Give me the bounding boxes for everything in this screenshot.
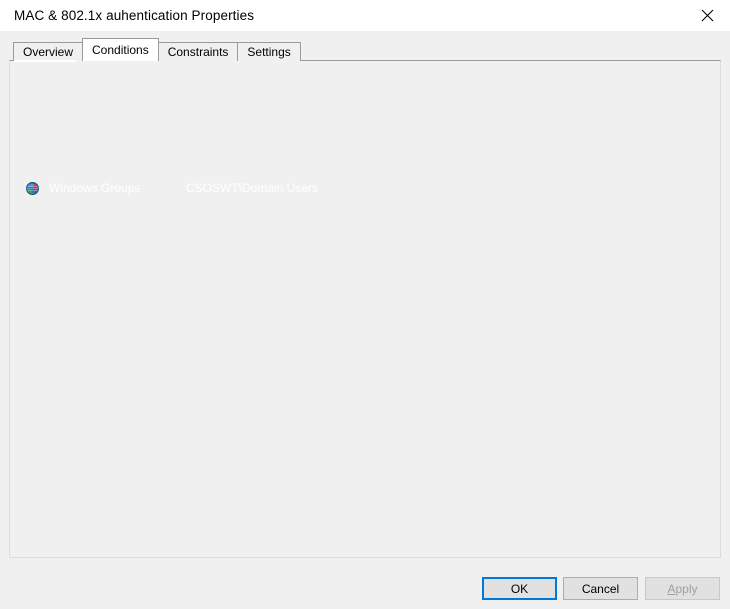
- tab-settings[interactable]: Settings: [237, 42, 300, 61]
- apply-button: Apply: [645, 577, 720, 600]
- active-tab-seam: [14, 60, 76, 62]
- tab-overview[interactable]: Overview: [13, 42, 83, 61]
- windows-groups-icon: [23, 179, 42, 198]
- close-button[interactable]: [684, 0, 730, 31]
- tab-overview-label: Overview: [23, 45, 73, 59]
- tab-strip: Overview Conditions Constraints Settings: [13, 39, 300, 61]
- tab-constraints[interactable]: Constraints: [158, 42, 239, 61]
- tab-panel-conditions: [9, 60, 721, 558]
- close-icon: [701, 9, 714, 22]
- tab-settings-label: Settings: [247, 45, 290, 59]
- ok-button[interactable]: OK: [482, 577, 557, 600]
- cell-condition: Windows Groups: [42, 179, 179, 198]
- table-row[interactable]: Windows Groups CSOSWT\Domain Users: [23, 179, 702, 198]
- apply-accelerator: A: [667, 582, 675, 596]
- apply-button-label: Apply: [667, 582, 697, 596]
- cancel-button[interactable]: Cancel: [563, 577, 638, 600]
- tab-conditions[interactable]: Conditions: [82, 38, 159, 61]
- title-bar: MAC & 802.1x auhentication Properties: [0, 0, 730, 31]
- cell-value: CSOSWT\Domain Users: [179, 179, 658, 198]
- apply-label-rest: pply: [676, 582, 698, 596]
- ok-button-label: OK: [511, 582, 528, 596]
- cancel-button-label: Cancel: [582, 582, 619, 596]
- tab-conditions-label: Conditions: [92, 43, 149, 57]
- window-title: MAC & 802.1x auhentication Properties: [14, 8, 254, 23]
- tab-constraints-label: Constraints: [168, 45, 229, 59]
